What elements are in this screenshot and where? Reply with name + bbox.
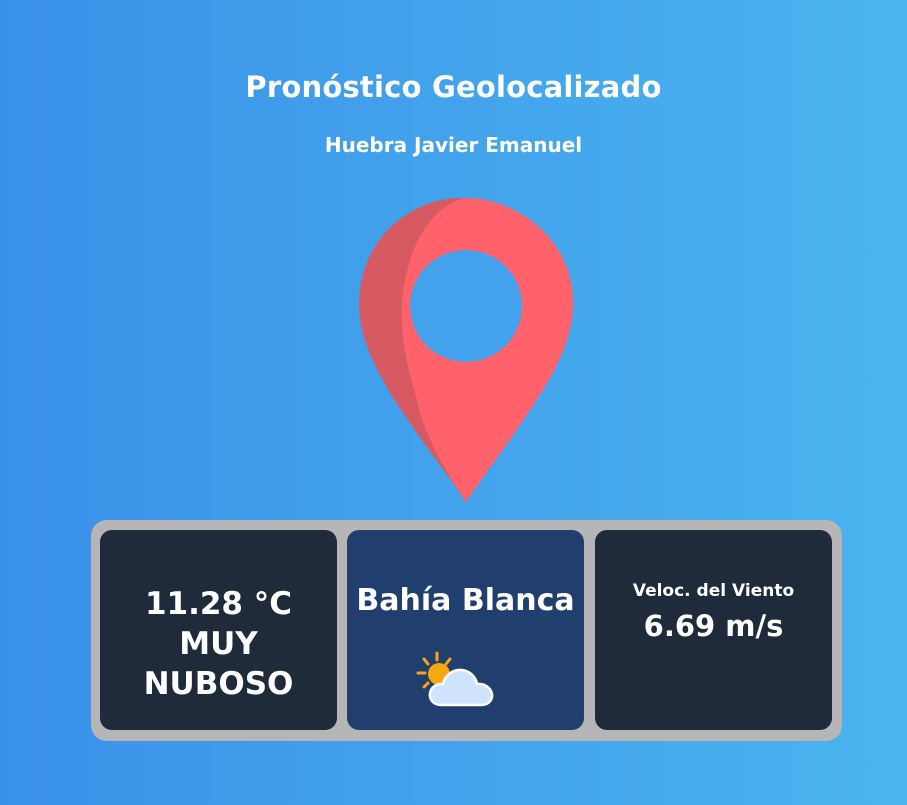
city-name: Bahía Blanca <box>356 583 575 618</box>
author-subtitle: Huebra Javier Emanuel <box>324 133 583 157</box>
wind-card: Veloc. del Viento 6.69 m/s <box>595 530 832 730</box>
sun-behind-cloud-icon <box>415 647 503 711</box>
page-title: Pronóstico Geolocalizado <box>245 70 662 104</box>
weather-panel: 11.28 °C MUY NUBOSO Bahía Blanca Veloc. … <box>91 520 842 741</box>
wind-speed-value: 6.69 m/s <box>643 609 784 643</box>
wind-label: Veloc. del Viento <box>632 581 795 601</box>
location-pin-icon <box>355 193 577 505</box>
weather-description: MUY NUBOSO <box>143 626 294 702</box>
location-card: Bahía Blanca <box>347 530 584 730</box>
temperature-value: 11.28 °C <box>144 586 293 622</box>
temperature-card: 11.28 °C MUY NUBOSO <box>100 530 337 730</box>
